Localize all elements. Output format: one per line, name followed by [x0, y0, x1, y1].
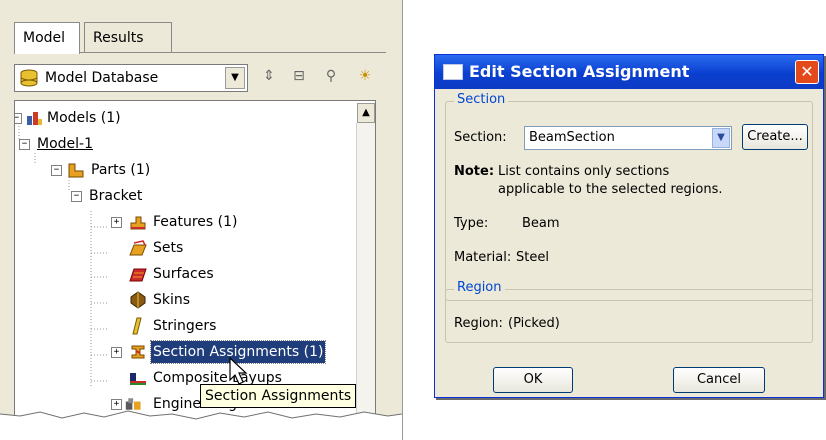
close-button[interactable]: ✕	[795, 60, 819, 84]
type-value: Beam	[522, 216, 560, 231]
scroll-up-arrow-icon[interactable]: ▲	[357, 103, 375, 123]
close-icon: ✕	[800, 62, 814, 81]
tree-label-parts: Parts (1)	[91, 162, 151, 178]
type-label: Type:	[454, 216, 489, 231]
expand-icon[interactable]: +	[111, 217, 122, 228]
expand-icon[interactable]: +	[111, 347, 122, 358]
create-button[interactable]: Create...	[742, 124, 808, 150]
model-database-select[interactable]: Model Database ▼	[14, 64, 248, 92]
filter-tree-icon[interactable]: ⚲	[320, 68, 342, 90]
scrollbar-track[interactable]	[356, 123, 375, 440]
parts-icon	[68, 163, 84, 178]
region-group: Region Region: (Picked)	[445, 280, 813, 343]
composite-layups-icon	[130, 373, 146, 385]
dialog-title: Edit Section Assignment	[469, 62, 690, 81]
features-icon	[130, 216, 146, 230]
surfaces-icon	[129, 268, 147, 282]
note-text-line1: List contains only sections	[498, 164, 670, 179]
skins-icon	[130, 291, 146, 309]
section-select[interactable]: BeamSection ▼	[524, 126, 732, 150]
cancel-button[interactable]: Cancel	[673, 367, 765, 393]
section-select-value: BeamSection	[529, 130, 615, 145]
tree-label-stringers: Stringers	[153, 318, 217, 334]
note-text-line2: applicable to the selected regions.	[498, 182, 723, 197]
stringers-icon	[132, 317, 142, 335]
tree-label-surfaces: Surfaces	[153, 266, 214, 282]
dialog-titlebar[interactable]: Edit Section Assignment ✕	[435, 55, 823, 89]
model-tree-panel: Model Results Model Database ▼ ⇕ ⊟ ⚲ ☀ ▲	[0, 0, 403, 440]
tab-results[interactable]: Results	[84, 22, 172, 53]
section-group: Section Section: BeamSection ▼ Create...…	[445, 92, 813, 301]
chevron-down-icon[interactable]: ▼	[712, 128, 730, 148]
mouse-pointer-icon	[229, 356, 248, 385]
window-icon	[443, 64, 463, 80]
collapse-icon[interactable]: −	[51, 165, 62, 176]
region-group-title: Region	[454, 280, 505, 295]
tree-toolbar: Model Database ▼ ⇕ ⊟ ⚲ ☀	[14, 60, 390, 96]
region-label: Region:	[454, 316, 503, 331]
tree-label-model-1: Model-1	[37, 136, 93, 152]
tooltip-section-assignments: Section Assignments	[200, 384, 357, 408]
tab-model[interactable]: Model	[14, 22, 80, 54]
collapse-tree-icon[interactable]: ⊟	[288, 68, 310, 90]
ok-button[interactable]: OK	[493, 367, 573, 393]
torn-edge-decoration	[0, 410, 402, 440]
tree-label-sets: Sets	[153, 240, 184, 256]
database-icon	[20, 69, 38, 87]
section-field-label: Section:	[454, 130, 507, 145]
model-database-label: Model Database	[45, 70, 159, 86]
tree-label-features: Features (1)	[153, 214, 238, 230]
edit-section-assignment-dialog: Edit Section Assignment ✕ Section Sectio…	[434, 54, 824, 398]
collapse-icon[interactable]: −	[71, 191, 82, 202]
tree-label-bracket: Bracket	[89, 188, 143, 204]
tree-label-models: Models (1)	[47, 110, 121, 126]
chevron-down-icon[interactable]: ▼	[225, 67, 245, 89]
section-group-title: Section	[454, 92, 509, 107]
section-assignments-icon	[131, 345, 145, 359]
sort-arrows-icon[interactable]: ⇕	[258, 68, 280, 90]
material-label: Material:	[454, 250, 512, 265]
sets-icon	[129, 240, 147, 256]
collapse-icon[interactable]: −	[19, 139, 30, 150]
tree-label-skins: Skins	[153, 292, 191, 308]
collapse-icon[interactable]: −	[15, 113, 22, 124]
material-value: Steel	[516, 250, 549, 265]
note-label: Note:	[454, 164, 495, 179]
region-value: (Picked)	[508, 316, 560, 331]
lightbulb-icon[interactable]: ☀	[354, 68, 376, 90]
models-icon	[27, 112, 42, 125]
